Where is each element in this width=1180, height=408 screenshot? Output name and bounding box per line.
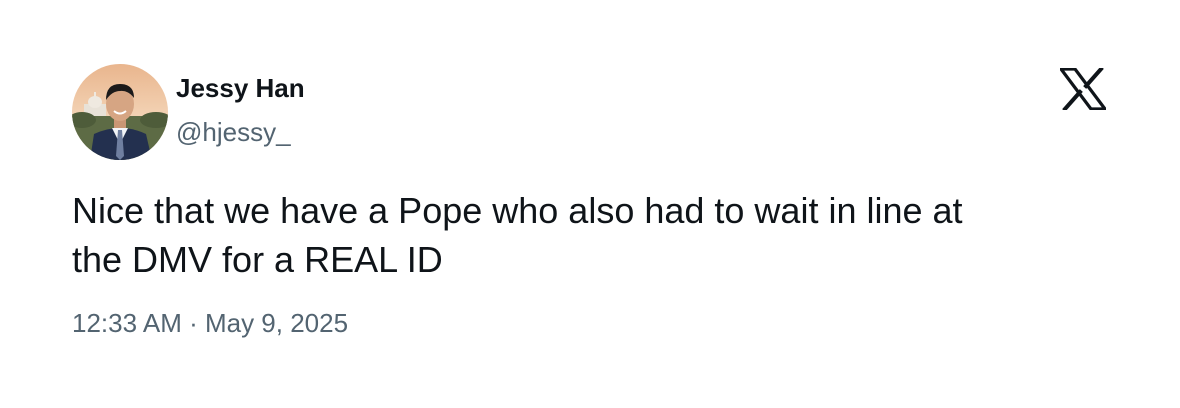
tweet-card: Jessy Han @hjessy_ Nice that we have a P… [0, 0, 1180, 408]
author-handle[interactable]: @hjessy_ [176, 117, 291, 148]
tweet-text-line-1: Nice that we have a Pope who also had to… [72, 190, 963, 231]
tweet-text-line-2: the DMV for a REAL ID [72, 239, 443, 280]
tweet-timestamp[interactable]: 12:33 AM · May 9, 2025 [72, 308, 348, 339]
avatar[interactable] [72, 64, 168, 160]
author-display-name[interactable]: Jessy Han [176, 73, 305, 104]
avatar-photo [72, 64, 168, 160]
x-logo-icon[interactable] [1057, 66, 1109, 112]
tweet-text: Nice that we have a Pope who also had to… [72, 186, 1112, 284]
